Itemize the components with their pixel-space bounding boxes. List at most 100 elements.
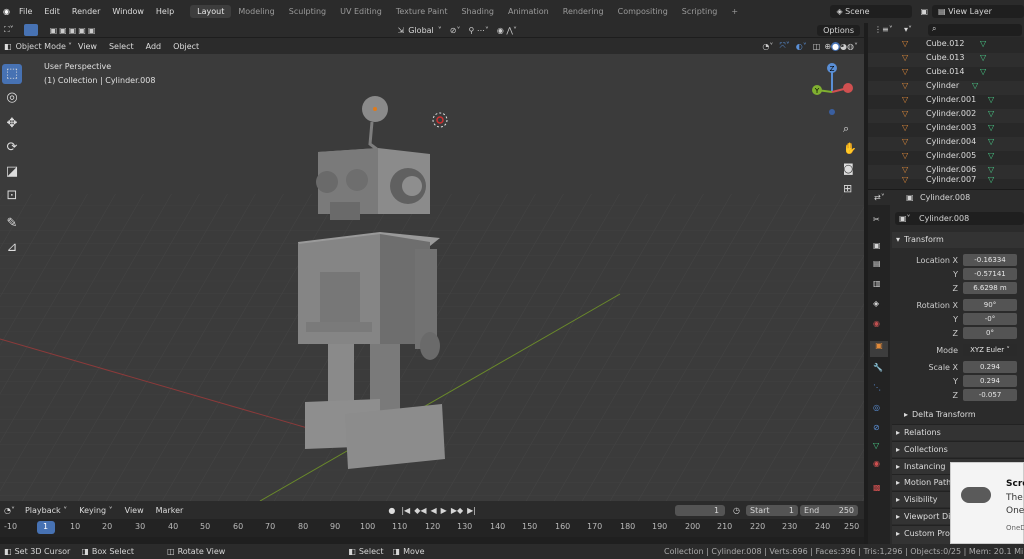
rotation-z-field[interactable]: 0° bbox=[963, 327, 1017, 339]
current-frame-field[interactable]: 1 bbox=[675, 504, 726, 516]
render-tab-icon[interactable]: ▣ bbox=[873, 241, 881, 250]
object-tab-icon[interactable]: ▣ bbox=[870, 341, 888, 357]
add-workspace-button[interactable]: + bbox=[724, 5, 745, 18]
menu-render[interactable]: Render bbox=[66, 7, 106, 16]
tab-texture-paint[interactable]: Texture Paint bbox=[389, 5, 455, 18]
timeline-type-icon[interactable]: ◔˅ bbox=[0, 506, 19, 515]
scene-selector[interactable]: ◈ Scene bbox=[830, 5, 913, 18]
location-y-field[interactable]: -0.57141 bbox=[963, 268, 1017, 280]
physics-tab-icon[interactable]: ◎ bbox=[873, 403, 880, 412]
menu-select[interactable]: Select bbox=[103, 42, 140, 51]
start-frame-field[interactable]: Start 1 bbox=[746, 504, 799, 516]
options-button[interactable]: Options bbox=[817, 24, 860, 36]
measure-tool[interactable]: ⊿ bbox=[2, 238, 22, 258]
data-tab-icon[interactable]: ▽ bbox=[873, 441, 879, 450]
transform-tool[interactable]: ⊡ bbox=[2, 186, 22, 206]
modifier-tab-icon[interactable]: 🔧 bbox=[873, 363, 883, 372]
clock-icon[interactable]: ◷ bbox=[733, 506, 740, 515]
transform-section-header[interactable]: ▾ Transform bbox=[892, 232, 1024, 248]
outliner-row[interactable]: ▽ Cylinder.002 ▽ bbox=[868, 109, 1024, 123]
editor-type-icon[interactable]: ⛶˅ bbox=[0, 25, 18, 35]
scale-tool[interactable]: ◪ bbox=[2, 162, 22, 182]
menu-help[interactable]: Help bbox=[150, 7, 180, 16]
gizmo-icon[interactable]: ⤧˅ bbox=[779, 41, 789, 51]
pivot-icon[interactable]: ⊘˅ bbox=[450, 26, 461, 35]
overlay-icon[interactable]: ◐˅ bbox=[796, 42, 807, 51]
filter-icon[interactable]: ▾˅ bbox=[904, 25, 912, 34]
onedrive-notification[interactable]: Scre The One OneD bbox=[950, 462, 1024, 544]
location-x-field[interactable]: -0.16334 bbox=[963, 254, 1017, 266]
menu-view[interactable]: View bbox=[72, 42, 103, 51]
play-reverse-icon[interactable]: ◀ bbox=[431, 506, 437, 515]
scene-tab-icon[interactable]: ◈ bbox=[873, 299, 879, 308]
tab-compositing[interactable]: Compositing bbox=[611, 5, 675, 18]
3d-cursor-icon[interactable] bbox=[432, 112, 448, 128]
tab-rendering[interactable]: Rendering bbox=[556, 5, 611, 18]
scale-y-field[interactable]: 0.294 bbox=[963, 375, 1017, 387]
shading-wireframe-icon[interactable]: ⊕ bbox=[824, 42, 831, 51]
outliner-row[interactable]: ▽ Cube.014 ▽ bbox=[868, 67, 1024, 81]
location-z-field[interactable]: 6.6298 m bbox=[963, 282, 1017, 294]
mode-dropdown[interactable]: Object Mode bbox=[14, 42, 68, 51]
select-box-tool[interactable]: ⬚ bbox=[2, 64, 22, 84]
menu-window[interactable]: Window bbox=[106, 7, 150, 16]
xray-icon[interactable]: ◫ bbox=[813, 42, 821, 51]
playback-menu[interactable]: Playback ˅ bbox=[19, 506, 73, 515]
world-tab-icon[interactable]: ◉ bbox=[873, 319, 880, 328]
record-icon[interactable]: ● bbox=[388, 506, 395, 515]
tab-uv-editing[interactable]: UV Editing bbox=[333, 5, 389, 18]
scale-z-field[interactable]: -0.057 bbox=[963, 389, 1017, 401]
camera-icon[interactable]: ◙ bbox=[843, 162, 854, 175]
rotation-x-field[interactable]: 90° bbox=[963, 299, 1017, 311]
tool-tab-icon[interactable]: ✂ bbox=[873, 215, 880, 224]
outliner-row[interactable]: ▽ Cube.012 ▽ bbox=[868, 39, 1024, 53]
texture-tab-icon[interactable]: ▩ bbox=[873, 483, 881, 492]
outliner-row[interactable]: ▽ Cylinder.004 ▽ bbox=[868, 137, 1024, 151]
cursor-tool[interactable]: ◎ bbox=[2, 88, 22, 108]
menu-edit[interactable]: Edit bbox=[38, 7, 66, 16]
properties-type-icon[interactable]: ⇄˅ bbox=[874, 193, 885, 202]
annotate-tool[interactable]: ✎ bbox=[2, 214, 22, 234]
scene-browse-icon[interactable]: ▣ bbox=[916, 7, 932, 16]
outliner-type-icon[interactable]: ⋮≡˅ bbox=[874, 25, 893, 34]
menu-object[interactable]: Object bbox=[167, 42, 205, 51]
rotation-y-field[interactable]: -0° bbox=[963, 313, 1017, 325]
output-tab-icon[interactable]: ▤ bbox=[873, 259, 881, 268]
material-tab-icon[interactable]: ◉ bbox=[873, 459, 880, 468]
transform-orientation-dropdown[interactable]: Global bbox=[404, 26, 438, 35]
proportional-icon[interactable]: ◉ ⋀˅ bbox=[497, 26, 517, 35]
robot-model[interactable] bbox=[298, 96, 445, 469]
select-tool-icon[interactable] bbox=[23, 24, 38, 36]
timeline-area[interactable] bbox=[0, 537, 864, 544]
outliner-row[interactable]: ▽ Cylinder.007 ▽ bbox=[868, 175, 1024, 189]
tab-layout[interactable]: Layout bbox=[190, 5, 232, 18]
outliner-row[interactable]: ▽ Cylinder ▽ bbox=[868, 81, 1024, 95]
perspective-grid-icon[interactable]: ⊞ bbox=[843, 182, 852, 195]
view-layer-tab-icon[interactable]: ▥ bbox=[873, 279, 881, 288]
shading-material-icon[interactable]: ◕ bbox=[840, 42, 847, 51]
scale-x-field[interactable]: 0.294 bbox=[963, 361, 1017, 373]
move-tool[interactable]: ✥ bbox=[2, 114, 22, 134]
end-frame-field[interactable]: End 250 bbox=[800, 504, 859, 516]
tab-scripting[interactable]: Scripting bbox=[675, 5, 725, 18]
pan-hand-icon[interactable]: ✋ bbox=[843, 142, 857, 155]
particles-tab-icon[interactable]: ⋱ bbox=[873, 383, 881, 392]
jump-end-icon[interactable]: ▶| bbox=[467, 506, 476, 515]
rotation-mode-dropdown[interactable]: XYZ Euler ˅ bbox=[963, 344, 1017, 356]
tab-shading[interactable]: Shading bbox=[454, 5, 501, 18]
shading-rendered-icon[interactable]: ◍˅ bbox=[847, 42, 858, 51]
view-layer-selector[interactable]: ▤ View Layer bbox=[932, 5, 1024, 18]
outliner-row[interactable]: ▽ Cylinder.003 ▽ bbox=[868, 123, 1024, 137]
tab-modeling[interactable]: Modeling bbox=[231, 5, 281, 18]
visibility-icon[interactable]: ◔˅ bbox=[762, 42, 773, 51]
next-keyframe-icon[interactable]: ▶◆ bbox=[451, 506, 463, 515]
object-name-field[interactable]: ▣˅ Cylinder.008 bbox=[895, 212, 1024, 225]
outliner-row[interactable]: ▽ Cylinder.005 ▽ bbox=[868, 151, 1024, 165]
search-input[interactable]: ⌕ bbox=[928, 24, 1022, 36]
marker-menu[interactable]: Marker bbox=[150, 506, 190, 515]
snap-icon[interactable]: ⚲ ⋯˅ bbox=[468, 26, 488, 35]
delta-transform-section[interactable]: ▸ Delta Transform bbox=[900, 407, 1024, 423]
keying-menu[interactable]: Keying ˅ bbox=[73, 506, 118, 515]
3d-viewport[interactable]: User Perspective (1) Collection | Cylind… bbox=[0, 54, 864, 501]
zoom-icon[interactable]: ⌕ bbox=[843, 122, 849, 136]
